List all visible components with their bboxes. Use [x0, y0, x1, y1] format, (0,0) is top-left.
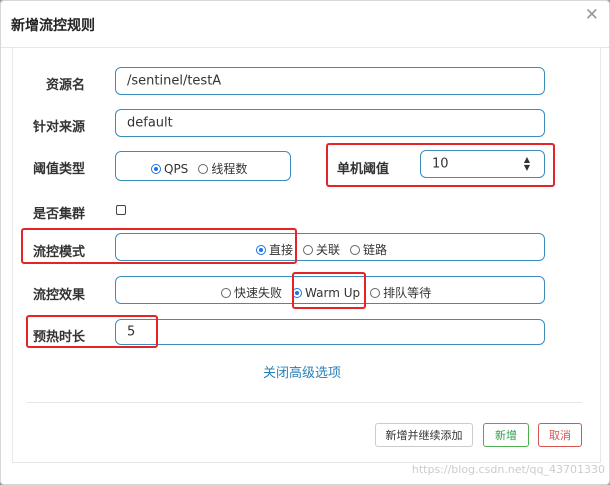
radio-icon [198, 163, 209, 174]
cluster-checkbox[interactable] [116, 205, 126, 215]
close-advanced-link[interactable]: 关闭高级选项 [263, 362, 341, 381]
dialog-header: 新增流控规则 ✕ [1, 1, 609, 48]
radio-label: 排队等待 [383, 286, 432, 300]
highlight-mode [21, 228, 297, 264]
threshold-type-qps-radio[interactable]: QPS [151, 162, 188, 176]
effect-queue-radio[interactable]: 排队等待 [370, 284, 431, 301]
highlight-warmup [26, 315, 158, 348]
cluster-label: 是否集群 [33, 207, 86, 222]
cancel-button[interactable]: 取消 [538, 423, 582, 447]
resource-label: 资源名 [46, 78, 86, 93]
effect-label: 流控效果 [33, 288, 86, 303]
dialog: 新增流控规则 ✕ 资源名 /sentinel/testA 针对来源 defaul… [0, 0, 610, 485]
highlight-warm-up [292, 272, 366, 309]
resource-input[interactable]: /sentinel/testA [115, 67, 545, 95]
source-input[interactable]: default [115, 109, 545, 137]
add-button[interactable]: 新增 [483, 423, 529, 447]
divider [27, 402, 582, 403]
effect-fast-fail-radio[interactable]: 快速失败 [221, 284, 282, 301]
radio-label: 线程数 [211, 162, 248, 176]
source-label: 针对来源 [33, 120, 86, 135]
radio-icon [370, 287, 381, 298]
warmup-input[interactable]: 5 [115, 319, 545, 345]
source-input-value: default [127, 115, 173, 131]
mode-chain-radio[interactable]: 链路 [350, 241, 387, 258]
threshold-type-group: QPS 线程数 [115, 151, 291, 181]
mode-related-radio[interactable]: 关联 [303, 241, 340, 258]
radio-selected-icon [151, 163, 161, 174]
threshold-type-label: 阈值类型 [33, 162, 86, 177]
radio-label: 快速失败 [234, 286, 283, 300]
dialog-title: 新增流控规则 [11, 18, 95, 34]
threshold-type-thread-radio[interactable]: 线程数 [198, 160, 247, 177]
radio-label: 关联 [316, 243, 341, 257]
radio-label: QPS [164, 161, 189, 176]
radio-icon [221, 287, 231, 298]
radio-icon [350, 244, 361, 255]
add-continue-button[interactable]: 新增并继续添加 [375, 423, 473, 447]
highlight-single-threshold [326, 143, 555, 187]
radio-icon [303, 244, 314, 255]
radio-label: 链路 [363, 243, 388, 257]
resource-input-value: /sentinel/testA [127, 73, 222, 89]
watermark: https://blog.csdn.net/qq_43701330 [411, 463, 605, 476]
close-icon[interactable]: ✕ [585, 5, 599, 25]
